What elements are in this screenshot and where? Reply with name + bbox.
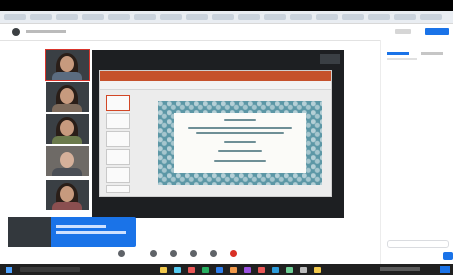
os-taskbar [0,264,453,275]
browser-tab[interactable] [134,14,156,20]
slide-thumbnail[interactable] [106,149,130,165]
participant-shirt [52,72,82,80]
meeting-info-line [56,225,106,228]
participant-face [60,152,74,168]
mic-icon[interactable] [150,250,157,257]
taskbar-app-icon[interactable] [230,267,237,273]
browser-tab[interactable] [212,14,234,20]
taskbar-app-icon[interactable] [272,267,279,273]
taskbar-app-icon[interactable] [202,267,209,273]
slide-text-line [224,119,256,121]
side-panel [380,40,453,266]
browser-tab-strip [0,11,453,24]
notification-icon[interactable] [440,266,450,273]
join-button[interactable] [425,28,449,35]
browser-tab[interactable] [264,14,286,20]
browser-tab[interactable] [186,14,208,20]
browser-tab[interactable] [4,14,26,20]
browser-tab[interactable] [342,14,364,20]
browser-tab[interactable] [238,14,260,20]
slide-text-line [224,141,256,143]
participant-face [60,56,74,72]
ppt-title-ribbon [100,71,331,81]
participant-tile[interactable] [45,49,90,81]
participant-shirt [52,168,82,176]
slide-thumbnail[interactable] [106,185,130,193]
app-logo-icon [12,28,20,36]
start-icon[interactable] [6,267,12,273]
meeting-info-line [56,231,126,234]
browser-tab[interactable] [108,14,130,20]
slide-text-line [218,150,262,152]
panel-subtitle [387,58,417,60]
participant-tile[interactable] [46,146,89,176]
participant-shirt [52,136,82,144]
taskbar-app-icon[interactable] [216,267,223,273]
participant-face [60,186,74,202]
browser-tab[interactable] [420,14,442,20]
participant-face [60,88,74,104]
taskbar-app-icon[interactable] [286,267,293,273]
slide-thumbnail[interactable] [106,167,130,183]
self-view-tile [8,217,51,247]
participant-shirt [52,202,82,210]
browser-tab[interactable] [316,14,338,20]
more-icon[interactable] [210,250,217,257]
slide-content [174,113,306,173]
react-icon[interactable] [190,250,197,257]
slide-text-line [196,132,284,134]
participant-face [60,120,74,136]
taskbar-app-icon[interactable] [244,267,251,273]
participant-shirt [52,104,82,112]
os-top-bar [0,0,453,11]
meeting-info-card[interactable] [8,217,136,247]
address-bar-row [0,24,453,41]
participant-tile[interactable] [46,82,89,112]
panel-tab-active[interactable] [387,52,409,55]
system-tray [380,267,420,271]
browser-tab[interactable] [394,14,416,20]
participant-tile[interactable] [46,114,89,144]
slide-thumbnails [102,91,132,193]
slide-thumbnail[interactable] [106,95,130,111]
presenter-thumbnail [320,54,340,64]
end-call-icon[interactable] [230,250,237,257]
taskbar-app-icon[interactable] [174,267,181,273]
powerpoint-window [99,70,332,197]
browser-tab[interactable] [290,14,312,20]
taskbar-app-icon[interactable] [314,267,321,273]
share-icon[interactable] [170,250,177,257]
taskbar-app-icon[interactable] [300,267,307,273]
slide-thumbnail[interactable] [106,113,130,129]
taskbar-app-icon[interactable] [258,267,265,273]
camera-icon[interactable] [118,250,125,257]
ppt-toolbar-ribbon [100,81,331,90]
slide-thumbnail[interactable] [106,131,130,147]
participant-tile[interactable] [46,180,89,210]
taskbar-search[interactable] [20,267,80,272]
meeting-controls [110,248,280,262]
browser-tab[interactable] [368,14,390,20]
browser-tab[interactable] [56,14,78,20]
send-button[interactable] [443,252,453,260]
browser-tab[interactable] [82,14,104,20]
address-field[interactable] [26,30,66,33]
taskbar-app-icon[interactable] [188,267,195,273]
taskbar-app-icon[interactable] [160,267,167,273]
panel-tab[interactable] [421,52,443,55]
browser-tab[interactable] [30,14,52,20]
toolbar-button[interactable] [395,29,411,34]
current-slide [158,101,322,185]
slide-text-line [188,127,292,129]
browser-tab[interactable] [160,14,182,20]
slide-text-line [214,160,266,162]
message-input[interactable] [387,240,449,248]
